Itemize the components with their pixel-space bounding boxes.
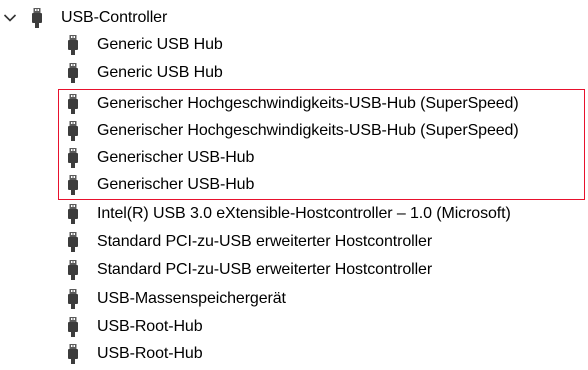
usb-connector-icon — [64, 258, 82, 282]
tree-item[interactable]: Intel(R) USB 3.0 eXtensible-Hostcontroll… — [64, 201, 511, 227]
tree-item-label: Generischer USB-Hub — [97, 176, 255, 193]
tree-item[interactable]: Generischer USB-Hub — [64, 172, 254, 198]
tree-item-label: Generischer USB-Hub — [97, 149, 255, 166]
usb-connector-icon — [64, 146, 82, 170]
tree-item-label: USB-Massenspeichergerät — [97, 290, 286, 307]
usb-connector-icon — [64, 202, 82, 226]
tree-item-label: Generic USB Hub — [97, 64, 223, 81]
usb-connector-icon — [64, 119, 82, 143]
tree-item[interactable]: Generic USB Hub — [64, 32, 223, 58]
device-tree: USB-Controller Generic USB Hub Generic U — [0, 0, 588, 370]
tree-item-label: Generischer Hochgeschwindigkeits-USB-Hub… — [97, 122, 519, 139]
tree-item[interactable]: Standard PCI-zu-USB erweiterter Hostcont… — [64, 229, 432, 255]
tree-item-label: Standard PCI-zu-USB erweiterter Hostcont… — [97, 233, 433, 250]
tree-item-label: Generic USB Hub — [97, 36, 223, 53]
tree-item-label: Generischer Hochgeschwindigkeits-USB-Hub… — [97, 95, 519, 112]
usb-connector-icon — [64, 315, 82, 339]
tree-item[interactable]: Generic USB Hub — [64, 60, 223, 86]
tree-item[interactable]: USB-Root-Hub — [64, 341, 203, 367]
usb-connector-icon — [64, 92, 82, 116]
tree-item-label: USB-Root-Hub — [97, 345, 203, 362]
tree-item[interactable]: Standard PCI-zu-USB erweiterter Hostcont… — [64, 257, 432, 283]
usb-connector-icon — [64, 61, 82, 85]
chevron-down-icon[interactable] — [0, 5, 28, 31]
tree-item[interactable]: Generischer Hochgeschwindigkeits-USB-Hub… — [64, 118, 519, 144]
tree-item[interactable]: USB-Massenspeichergerät — [64, 286, 286, 312]
usb-connector-icon — [64, 33, 82, 57]
usb-connector-icon — [64, 230, 82, 254]
tree-item-label: Standard PCI-zu-USB erweiterter Hostcont… — [97, 261, 433, 278]
usb-connector-icon — [28, 6, 46, 30]
usb-connector-icon — [64, 287, 82, 311]
usb-connector-icon — [64, 173, 82, 197]
usb-connector-icon — [64, 342, 82, 366]
tree-item-label: USB-Root-Hub — [97, 318, 203, 335]
tree-item[interactable]: USB-Root-Hub — [64, 314, 203, 340]
tree-node-usb-controller[interactable]: USB-Controller — [0, 5, 167, 31]
tree-item[interactable]: Generischer Hochgeschwindigkeits-USB-Hub… — [64, 91, 519, 117]
tree-node-label: USB-Controller — [61, 9, 168, 26]
tree-item[interactable]: Generischer USB-Hub — [64, 145, 254, 171]
tree-item-label: Intel(R) USB 3.0 eXtensible-Hostcontroll… — [97, 205, 511, 222]
